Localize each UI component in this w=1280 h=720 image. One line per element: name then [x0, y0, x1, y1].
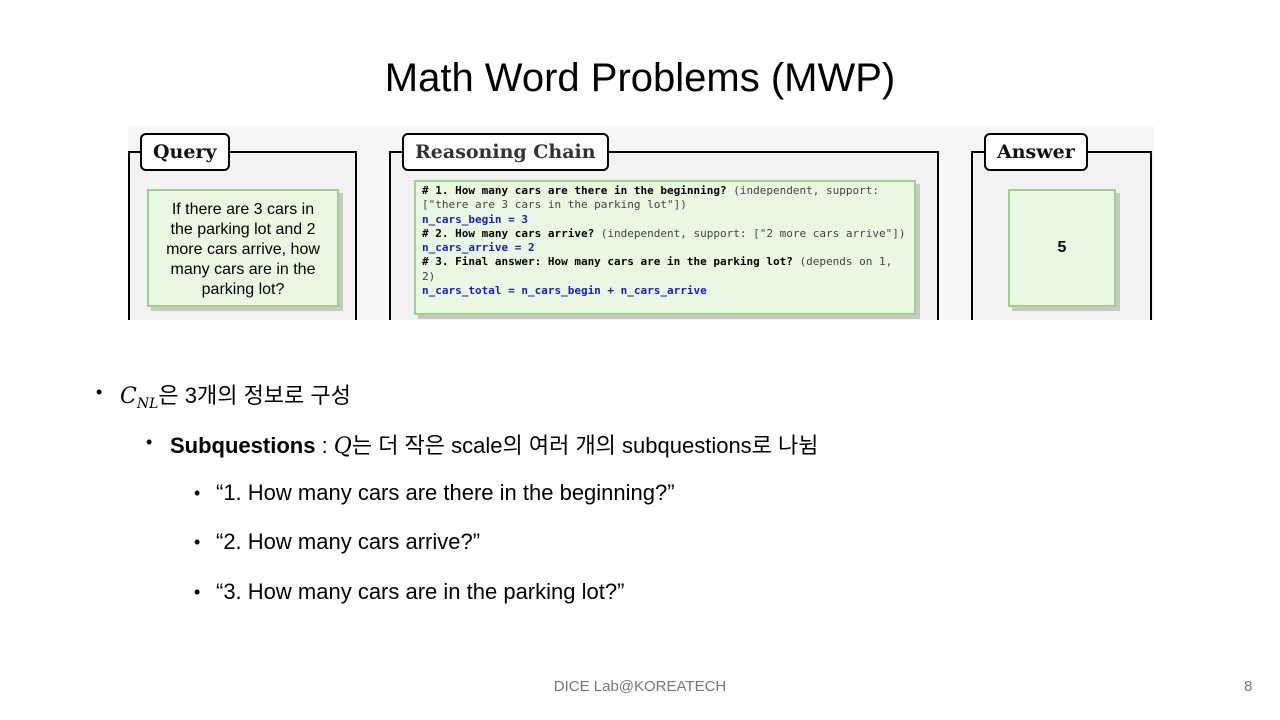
query-box: If there are 3 cars in the parking lot a…: [147, 189, 339, 307]
reasoning-code: # 1. How many cars are there in the begi…: [416, 182, 914, 300]
bullet-subquestions: Subquestions : Q는 더 작은 scale의 여러 개의 subq…: [170, 428, 819, 460]
reasoning-panel: # 1. How many cars are there in the begi…: [389, 151, 939, 320]
query-panel: If there are 3 cars in the parking lot a…: [128, 151, 357, 320]
math-q: Q: [333, 434, 352, 459]
mwp-figure: If there are 3 cars in the parking lot a…: [128, 126, 1154, 320]
query-label: Query: [140, 133, 230, 171]
bullet-dot: •: [146, 432, 153, 452]
code-comment: (independent, support: ["2 more cars arr…: [594, 226, 906, 240]
answer-value: 5: [1057, 239, 1067, 256]
code-line: n_cars_begin = 3: [422, 213, 908, 227]
code-line: n_cars_arrive = 2: [422, 241, 908, 255]
code-line: n_cars_total = n_cars_begin + n_cars_arr…: [422, 284, 908, 298]
code-line: # 2. How many cars arrive? (independent,…: [422, 227, 908, 241]
query-text: If there are 3 cars in the parking lot a…: [166, 201, 320, 298]
subquestion-3: “3. How many cars are in the parking lot…: [216, 579, 625, 604]
math-c: CNL: [120, 384, 159, 412]
answer-box: 5: [1008, 189, 1116, 307]
bullet-dot: •: [194, 483, 201, 503]
code-question: # 2. How many cars arrive?: [422, 226, 595, 240]
bullet-dot: •: [194, 532, 201, 552]
code-line: # 1. How many cars are there in the begi…: [422, 184, 908, 213]
code-line: # 3. Final answer: How many cars are in …: [422, 255, 908, 284]
subquestion-1: “1. How many cars are there in the begin…: [216, 480, 675, 505]
code-statement: n_cars_begin = 3: [422, 212, 528, 226]
slide-title: Math Word Problems (MWP): [384, 56, 896, 100]
separator: :: [315, 433, 334, 458]
reasoning-box: # 1. How many cars are there in the begi…: [414, 180, 916, 315]
footer-lab: DICE Lab@KOREATECH: [553, 678, 727, 695]
answer-label: Answer: [984, 133, 1088, 171]
bullet-cnl: CNL은 3개의 정보로 구성: [120, 378, 351, 412]
code-statement: n_cars_total = n_cars_begin + n_cars_arr…: [422, 284, 707, 298]
subquestion-2: “2. How many cars arrive?”: [216, 529, 481, 554]
code-question: # 1. How many cars are there in the begi…: [422, 184, 727, 197]
bullet-dot: •: [194, 582, 201, 602]
subquestions-text: 는 더 작은 scale의 여러 개의 subquestions로 나뉨: [351, 433, 819, 458]
code-question: # 3. Final answer: How many cars are in …: [422, 255, 793, 269]
answer-panel: 5: [971, 151, 1152, 320]
bullet-cnl-text: 은 3개의 정보로 구성: [158, 383, 351, 408]
subquestions-term: Subquestions: [170, 433, 316, 458]
code-statement: n_cars_arrive = 2: [422, 241, 535, 255]
page-number: 8: [1244, 678, 1253, 695]
bullet-dot: •: [96, 382, 103, 402]
reasoning-label: Reasoning Chain: [402, 133, 609, 171]
